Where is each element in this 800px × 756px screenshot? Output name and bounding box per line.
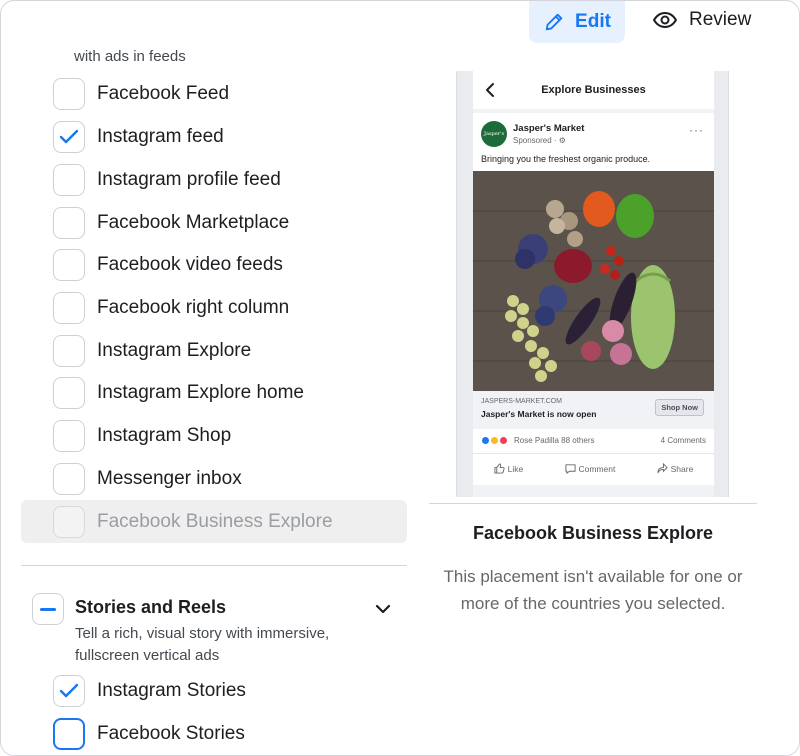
checkbox-label: Messenger inbox	[97, 468, 242, 489]
eye-icon	[653, 11, 677, 29]
vegetables-illustration	[473, 171, 714, 391]
ad-post: Jasper's Jasper's Market Sponsored · ⚙ ·…	[473, 113, 714, 485]
wow-reaction-icon	[490, 436, 499, 445]
checkbox[interactable]	[53, 463, 85, 495]
share-icon	[657, 463, 668, 474]
checkbox-label: Instagram feed	[97, 126, 224, 147]
edit-tab-label: Edit	[575, 11, 611, 32]
reactions-summary: Rose Padilla 88 others	[481, 436, 595, 445]
page-name: Jasper's Market	[513, 123, 585, 134]
checkbox[interactable]	[53, 207, 85, 239]
like-action: Like	[494, 463, 524, 474]
comment-icon	[564, 464, 576, 474]
explore-header: Explore Businesses	[473, 71, 714, 109]
checkmark-icon	[59, 129, 79, 144]
explore-title: Explore Businesses	[541, 84, 646, 96]
comment-label: Comment	[578, 463, 616, 474]
checkbox[interactable]	[53, 718, 85, 750]
feeds-description: with ads in feeds	[74, 48, 186, 65]
checkbox-row-instagram-feed[interactable]: Instagram feed	[53, 120, 224, 154]
checkbox[interactable]	[53, 249, 85, 281]
checkbox-row-instagram-profile-feed[interactable]: Instagram profile feed	[53, 163, 281, 197]
sponsored-label: Sponsored · ⚙	[513, 136, 566, 145]
checkbox-row-instagram-explore-home[interactable]: Instagram Explore home	[53, 376, 304, 410]
love-reaction-icon	[499, 436, 508, 445]
produce-image	[473, 171, 714, 391]
reactions-text: Rose Padilla 88 others	[514, 436, 595, 445]
checkbox-label: Facebook Marketplace	[97, 212, 290, 233]
more-options-icon: ···	[689, 123, 704, 137]
checkbox[interactable]	[53, 675, 85, 707]
review-tab-label: Review	[689, 9, 752, 30]
checkbox-label: Instagram Explore	[97, 340, 252, 361]
preview-divider	[429, 503, 757, 504]
cta-headline: Jasper's Market is now open	[481, 409, 597, 419]
checkbox[interactable]	[53, 164, 85, 196]
post-actions: Like Comment Share	[473, 453, 714, 483]
cta-domain: JASPERS-MARKET.COM	[481, 398, 562, 405]
checkbox-row-facebook-video-feeds[interactable]: Facebook video feeds	[53, 248, 283, 282]
checkbox-row-instagram-explore[interactable]: Instagram Explore	[53, 334, 251, 368]
checkbox-label: Instagram profile feed	[97, 169, 281, 190]
like-reaction-icon	[481, 436, 490, 445]
checkbox[interactable]	[53, 420, 85, 452]
back-arrow-icon	[486, 83, 494, 97]
stories-section-title: Stories and Reels	[75, 597, 227, 617]
checkbox[interactable]	[53, 377, 85, 409]
placement-title: Facebook Business Explore	[472, 523, 714, 543]
checkbox-label: Facebook Feed	[97, 83, 230, 104]
share-label: Share	[670, 463, 694, 474]
checkbox-row-facebook-stories[interactable]: Facebook Stories	[53, 717, 245, 751]
checkbox-row-instagram-shop[interactable]: Instagram Shop	[53, 419, 231, 453]
checkmark-icon	[59, 683, 79, 698]
stories-section-checkbox[interactable]	[32, 593, 64, 625]
checkbox-row-facebook-business-explore[interactable]: Facebook Business Explore	[53, 505, 333, 539]
share-action: Share	[657, 463, 694, 474]
stories-section-description: Tell a rich, visual story with immersive…	[75, 625, 330, 664]
page-avatar: Jasper's	[481, 121, 507, 147]
checkbox-label: Instagram Explore home	[97, 382, 304, 403]
checkbox-label: Facebook right column	[97, 297, 290, 318]
comments-count: 4 Comments	[660, 436, 706, 445]
checkbox-row-instagram-stories[interactable]: Instagram Stories	[53, 674, 246, 708]
checkbox-label: Facebook Business Explore	[97, 511, 333, 532]
review-tab[interactable]: Review	[641, 1, 763, 39]
pencil-icon	[545, 13, 563, 31]
checkbox[interactable]	[53, 335, 85, 367]
checkbox-row-facebook-right-column[interactable]: Facebook right column	[53, 291, 289, 325]
placements-panel: Edit Review with ads in feeds Facebook F…	[0, 0, 800, 756]
checkbox[interactable]	[53, 292, 85, 324]
checkbox-label: Facebook video feeds	[97, 254, 283, 275]
checkbox[interactable]	[53, 121, 85, 153]
cta-bar: JASPERS-MARKET.COM Jasper's Market is no…	[473, 391, 714, 429]
post-caption: Bringing you the freshest organic produc…	[481, 154, 651, 164]
section-divider	[21, 565, 407, 566]
checkbox-label: Instagram Stories	[97, 680, 246, 701]
minus-icon	[40, 607, 56, 611]
checkbox	[53, 506, 85, 538]
shop-now-button: Shop Now	[655, 399, 704, 416]
ad-preview-phone: Explore Businesses Jasper's Jasper's Mar…	[456, 71, 729, 497]
checkbox-row-facebook-marketplace[interactable]: Facebook Marketplace	[53, 206, 289, 240]
like-label: Like	[507, 463, 524, 474]
checkbox-row-facebook-feed[interactable]: Facebook Feed	[53, 77, 229, 111]
chevron-down-icon[interactable]	[371, 599, 395, 619]
placement-unavailable-message: This placement isn't available for one o…	[443, 567, 743, 613]
thumbs-up-icon	[494, 463, 505, 474]
checkbox-row-messenger-inbox[interactable]: Messenger inbox	[53, 462, 242, 496]
phone-screen: Explore Businesses Jasper's Jasper's Mar…	[473, 71, 714, 497]
edit-tab[interactable]: Edit	[529, 1, 625, 43]
checkbox-label: Instagram Shop	[97, 425, 232, 446]
checkbox-label: Facebook Stories	[97, 723, 245, 744]
comment-action: Comment	[564, 463, 616, 474]
checkbox[interactable]	[53, 78, 85, 110]
